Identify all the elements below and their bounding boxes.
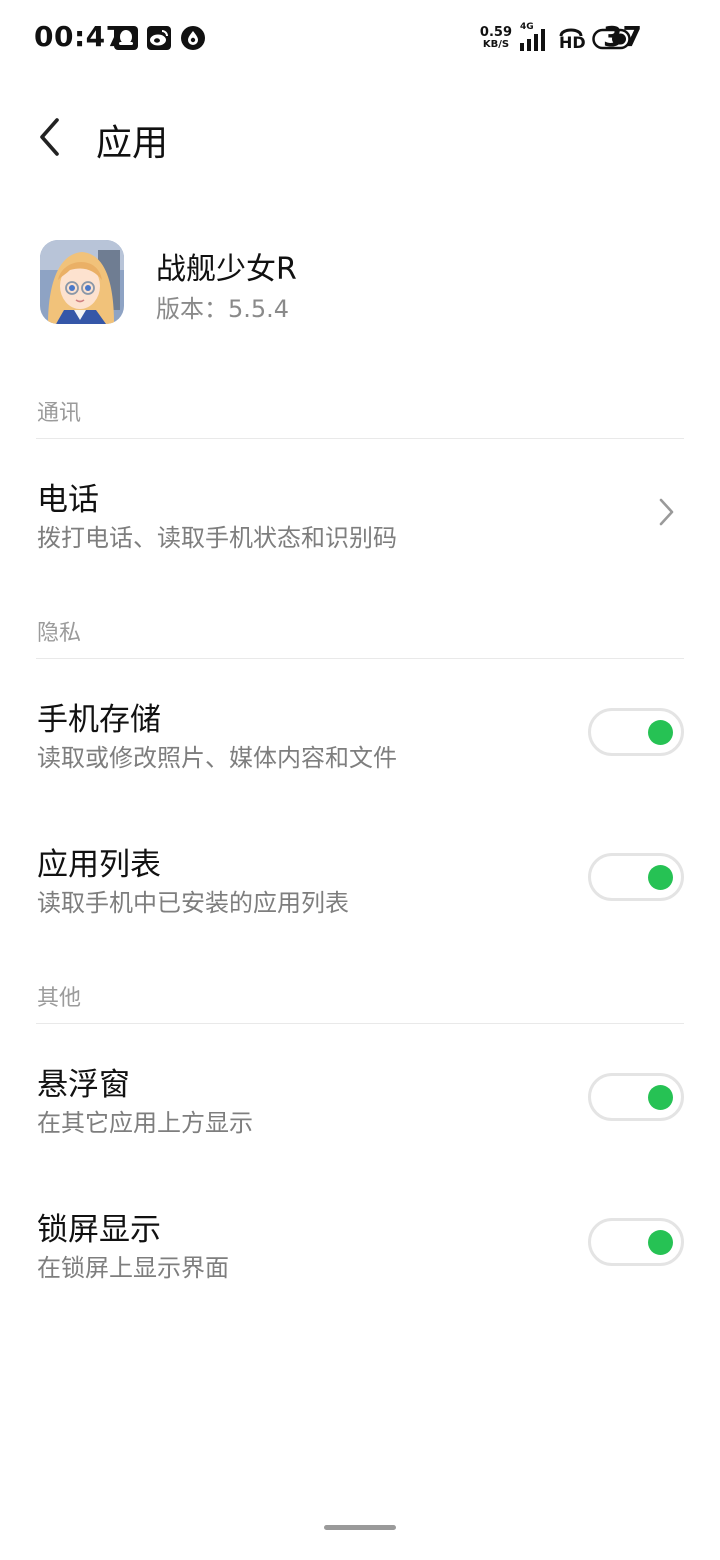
divider	[36, 1023, 684, 1024]
permission-title: 电话	[37, 482, 99, 518]
permission-row-floating-window[interactable]: 悬浮窗 在其它应用上方显示	[0, 1037, 720, 1157]
status-bar: 00:47 0.59 KB/S 4G HD 37	[0, 0, 720, 78]
permission-description: 读取手机中已安装的应用列表	[37, 889, 349, 917]
permission-title: 锁屏显示	[37, 1212, 161, 1248]
toggle-knob	[648, 865, 673, 890]
divider	[36, 438, 684, 439]
storage-toggle[interactable]	[588, 708, 684, 756]
network-speed-unit: KB/S	[482, 39, 510, 50]
permission-description: 拨打电话、读取手机状态和识别码	[37, 524, 397, 552]
weibo-icon	[146, 25, 172, 51]
hd-call-icon: HD	[558, 25, 586, 53]
permission-description: 在其它应用上方显示	[37, 1109, 253, 1137]
signal-icon: 4G	[520, 22, 550, 52]
qq-icon	[113, 25, 139, 51]
permission-row-app-list[interactable]: 应用列表 读取手机中已安装的应用列表	[0, 817, 720, 937]
status-time: 00:47	[34, 20, 126, 53]
toggle-knob	[648, 1085, 673, 1110]
permission-description: 读取或修改照片、媒体内容和文件	[37, 744, 397, 772]
permission-row-storage[interactable]: 手机存储 读取或修改照片、媒体内容和文件	[0, 672, 720, 792]
section-header-other: 其他	[37, 986, 82, 1011]
divider	[36, 658, 684, 659]
hd-label: HD	[559, 33, 586, 52]
floating-window-toggle[interactable]	[588, 1073, 684, 1121]
app-list-toggle[interactable]	[588, 853, 684, 901]
app-notification-icon	[180, 25, 206, 51]
app-version: 版本：5.5.4	[156, 295, 290, 323]
lock-screen-toggle[interactable]	[588, 1218, 684, 1266]
network-speed: 0.59 KB/S	[479, 25, 512, 51]
back-button[interactable]	[30, 114, 70, 160]
home-indicator[interactable]	[324, 1525, 396, 1530]
page-title: 应用	[96, 123, 169, 164]
toggle-knob	[648, 720, 673, 745]
app-icon	[40, 240, 124, 324]
permission-title: 悬浮窗	[37, 1067, 130, 1103]
chevron-right-icon	[659, 498, 674, 526]
app-name: 战舰少女R	[156, 252, 297, 287]
permission-row-lock-screen[interactable]: 锁屏显示 在锁屏上显示界面	[0, 1182, 720, 1302]
network-speed-value: 0.59	[479, 25, 512, 40]
toggle-knob	[648, 1230, 673, 1255]
battery-level: 37	[603, 20, 642, 53]
section-header-communication: 通讯	[37, 401, 82, 426]
permission-description: 在锁屏上显示界面	[37, 1254, 229, 1282]
chevron-left-icon	[40, 118, 59, 156]
permission-row-phone[interactable]: 电话 拨打电话、读取手机状态和识别码	[0, 452, 720, 572]
permission-title: 应用列表	[37, 847, 161, 883]
permission-title: 手机存储	[37, 702, 161, 738]
section-header-privacy: 隐私	[37, 621, 82, 646]
